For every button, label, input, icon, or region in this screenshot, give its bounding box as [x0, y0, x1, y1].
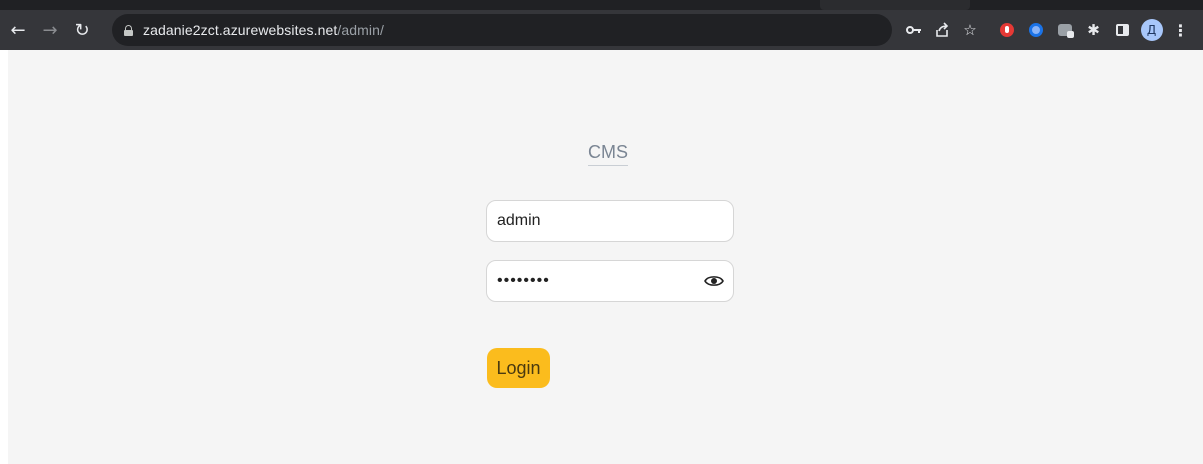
password-field-wrapper — [486, 260, 734, 302]
bookmark-button[interactable]: ☆ — [956, 16, 984, 44]
puzzle-icon: ✱ — [1087, 21, 1100, 39]
url-text: zadanie2zct.azurewebsites.net/admin/ — [143, 22, 384, 38]
kebab-menu-icon: ⋮ — [1172, 20, 1189, 40]
browser-toolbar: ← → ↻ zadanie2zct.azurewebsites.net/admi… — [0, 10, 1203, 50]
back-button[interactable]: ← — [4, 16, 32, 44]
extension-grey-button[interactable] — [1050, 16, 1079, 44]
url-host: zadanie2zct.azurewebsites.net — [143, 22, 338, 38]
side-panel-button[interactable] — [1108, 16, 1137, 44]
page-title: CMS — [588, 142, 628, 166]
page-content: CMS Login — [8, 50, 1203, 464]
forward-button[interactable]: → — [36, 16, 64, 44]
grey-extension-icon — [1057, 24, 1074, 38]
extension-area: ✱ Д ⋮ — [992, 10, 1195, 50]
password-key-button[interactable] — [900, 16, 928, 44]
browser-menu-button[interactable]: ⋮ — [1166, 16, 1195, 44]
login-button[interactable]: Login — [487, 348, 550, 388]
password-input[interactable] — [486, 260, 734, 302]
tab-strip-hint — [820, 0, 970, 10]
side-panel-icon — [1116, 24, 1129, 36]
omnibox-actions: ☆ — [900, 10, 984, 50]
reload-icon: ↻ — [74, 19, 90, 41]
key-icon — [906, 26, 921, 34]
share-icon — [936, 22, 949, 37]
url-path: /admin/ — [337, 22, 384, 38]
arrow-left-icon: ← — [10, 19, 26, 41]
arrow-right-icon: → — [42, 19, 58, 41]
profile-button[interactable]: Д — [1137, 16, 1166, 44]
reload-button[interactable]: ↻ — [68, 16, 96, 44]
eye-icon — [704, 276, 724, 286]
avatar: Д — [1140, 19, 1163, 41]
window-top-strip — [0, 0, 1203, 10]
username-input[interactable] — [486, 200, 734, 242]
lock-icon — [124, 24, 133, 36]
show-password-button[interactable] — [704, 271, 724, 291]
circle-extension-icon — [1028, 23, 1043, 37]
address-bar[interactable]: zadanie2zct.azurewebsites.net/admin/ — [112, 14, 892, 46]
star-icon: ☆ — [963, 21, 977, 39]
extension-adblock-button[interactable] — [992, 16, 1021, 44]
extensions-menu-button[interactable]: ✱ — [1079, 16, 1108, 44]
stop-hand-icon — [999, 23, 1014, 37]
extension-blue-button[interactable] — [1021, 16, 1050, 44]
share-button[interactable] — [928, 16, 956, 44]
